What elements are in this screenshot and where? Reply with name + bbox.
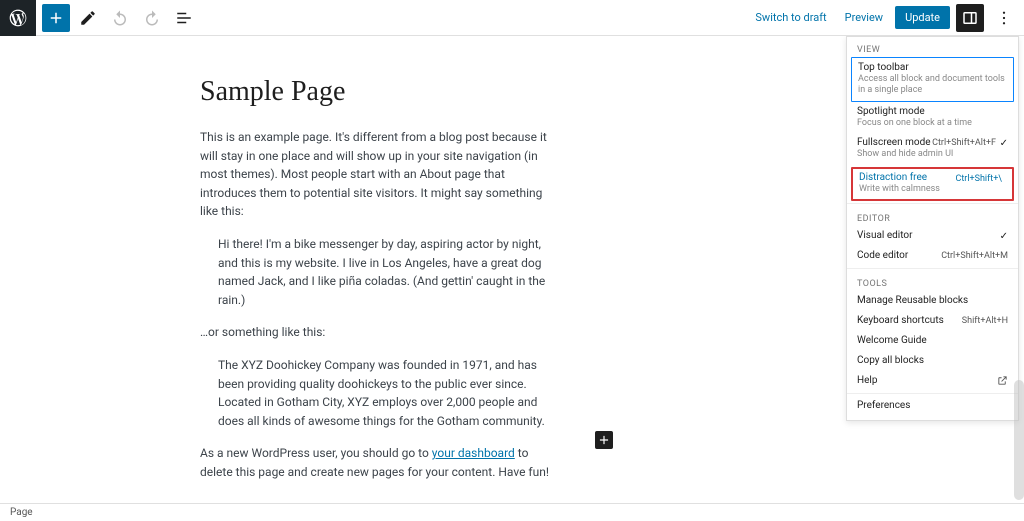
menu-item-help[interactable]: Help bbox=[847, 371, 1018, 391]
menu-item-top-toolbar[interactable]: Top toolbar Access all block and documen… bbox=[851, 57, 1014, 102]
menu-item-sub: Focus on one block at a time bbox=[857, 118, 1008, 129]
editor-top-toolbar: Switch to draft Preview Update bbox=[0, 0, 1024, 36]
menu-shortcut: Ctrl+Shift+Alt+F bbox=[932, 138, 996, 148]
external-link-icon bbox=[997, 375, 1008, 389]
menu-item-label: Copy all blocks bbox=[857, 355, 924, 366]
page-content: Sample Page This is an example page. It'… bbox=[200, 76, 800, 482]
menu-shortcut: Ctrl+Shift+Alt+M bbox=[941, 251, 1008, 261]
menu-item-code-editor[interactable]: Code editor Ctrl+Shift+Alt+M bbox=[847, 246, 1018, 266]
check-icon: ✓ bbox=[1000, 231, 1008, 242]
sidebar-icon bbox=[961, 9, 979, 27]
options-menu-panel: VIEW Top toolbar Access all block and do… bbox=[846, 36, 1019, 421]
menu-item-copy-all-blocks[interactable]: Copy all blocks bbox=[847, 351, 1018, 371]
quote-block[interactable]: Hi there! I'm a bike messenger by day, a… bbox=[218, 235, 558, 309]
menu-item-label: Spotlight mode bbox=[857, 106, 1008, 117]
menu-item-label: Top toolbar bbox=[858, 62, 1007, 73]
menu-item-reusable-blocks[interactable]: Manage Reusable blocks bbox=[847, 291, 1018, 311]
menu-item-sub: Write with calmness bbox=[859, 184, 1006, 195]
text-fragment: As a new WordPress user, you should go t… bbox=[200, 446, 432, 460]
preview-button[interactable]: Preview bbox=[839, 7, 889, 28]
redo-icon bbox=[143, 9, 161, 27]
menu-item-spotlight-mode[interactable]: Spotlight mode Focus on one block at a t… bbox=[847, 102, 1018, 134]
menu-item-label: Visual editor bbox=[857, 230, 912, 241]
paragraph-block[interactable]: …or something like this: bbox=[200, 323, 560, 342]
editor-footer-breadcrumb: Page bbox=[0, 503, 1024, 521]
menu-shortcut: Ctrl+Shift+\ bbox=[955, 174, 1002, 184]
menu-item-label: Keyboard shortcuts bbox=[857, 315, 944, 326]
plus-icon bbox=[597, 433, 611, 447]
redo-button[interactable] bbox=[138, 4, 166, 32]
menu-item-distraction-free[interactable]: Distraction free Write with calmness Ctr… bbox=[851, 167, 1014, 201]
menu-separator bbox=[847, 393, 1018, 394]
page-title[interactable]: Sample Page bbox=[200, 76, 800, 108]
panel-section-tools: TOOLS bbox=[847, 271, 1018, 291]
document-overview-button[interactable] bbox=[170, 4, 198, 32]
paragraph-block[interactable]: This is an example page. It's different … bbox=[200, 128, 560, 221]
more-vertical-icon bbox=[995, 9, 1013, 27]
toolbar-right-group: Switch to draft Preview Update bbox=[749, 4, 1024, 32]
wordpress-logo-button[interactable] bbox=[0, 0, 36, 36]
paragraph-block[interactable]: As a new WordPress user, you should go t… bbox=[200, 444, 560, 481]
menu-item-label: Preferences bbox=[857, 400, 910, 411]
update-button[interactable]: Update bbox=[895, 6, 950, 29]
undo-icon bbox=[111, 9, 129, 27]
toolbar-left-group bbox=[36, 4, 198, 32]
options-menu-button[interactable] bbox=[990, 4, 1018, 32]
menu-item-fullscreen-mode[interactable]: Fullscreen mode Show and hide admin UI C… bbox=[847, 133, 1018, 165]
menu-item-sub: Access all block and document tools in a… bbox=[858, 74, 1007, 96]
menu-item-visual-editor[interactable]: Visual editor ✓ bbox=[847, 226, 1018, 246]
menu-item-label: Manage Reusable blocks bbox=[857, 295, 968, 306]
panel-section-view: VIEW bbox=[847, 37, 1018, 57]
add-block-inline-button[interactable] bbox=[595, 431, 613, 449]
menu-item-keyboard-shortcuts[interactable]: Keyboard shortcuts Shift+Alt+H bbox=[847, 311, 1018, 331]
menu-item-sub: Show and hide admin UI bbox=[857, 149, 1008, 160]
panel-section-editor: EDITOR bbox=[847, 206, 1018, 226]
menu-item-label: Code editor bbox=[857, 250, 908, 261]
check-icon: ✓ bbox=[1000, 138, 1008, 149]
menu-item-preferences[interactable]: Preferences bbox=[847, 396, 1018, 416]
switch-to-draft-button[interactable]: Switch to draft bbox=[749, 7, 832, 28]
menu-item-welcome-guide[interactable]: Welcome Guide bbox=[847, 331, 1018, 351]
menu-separator bbox=[847, 268, 1018, 269]
menu-item-label: Welcome Guide bbox=[857, 335, 927, 346]
pencil-icon bbox=[79, 9, 97, 27]
menu-separator bbox=[847, 203, 1018, 204]
wordpress-icon bbox=[8, 8, 28, 28]
list-icon bbox=[175, 9, 193, 27]
undo-button[interactable] bbox=[106, 4, 134, 32]
dashboard-link[interactable]: your dashboard bbox=[432, 446, 515, 460]
menu-item-label: Help bbox=[857, 375, 877, 386]
menu-shortcut: Shift+Alt+H bbox=[962, 316, 1008, 326]
quote-block[interactable]: The XYZ Doohickey Company was founded in… bbox=[218, 356, 558, 430]
breadcrumb-item[interactable]: Page bbox=[10, 507, 33, 518]
add-block-button[interactable] bbox=[42, 4, 70, 32]
scrollbar[interactable] bbox=[1014, 380, 1024, 500]
plus-icon bbox=[47, 9, 65, 27]
settings-sidebar-toggle[interactable] bbox=[956, 4, 984, 32]
tools-button[interactable] bbox=[74, 4, 102, 32]
